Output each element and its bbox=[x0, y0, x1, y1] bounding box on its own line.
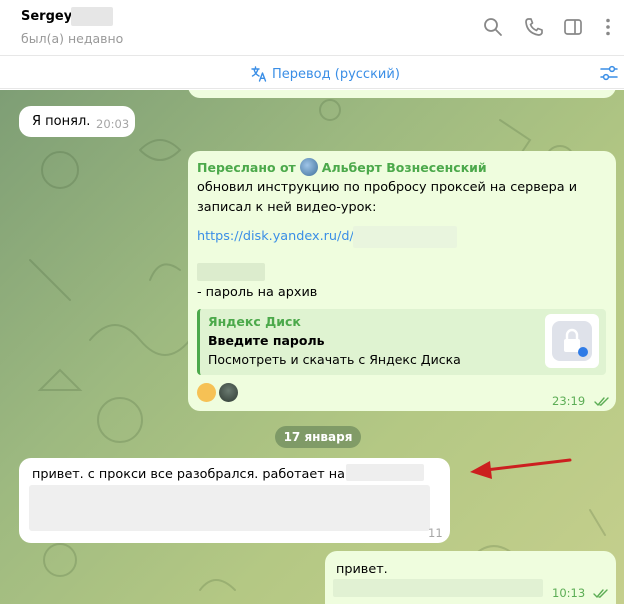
contact-status: был(а) недавно bbox=[21, 31, 124, 46]
translation-bar: Перевод (русский) bbox=[0, 57, 624, 89]
reaction-avatar bbox=[219, 383, 238, 402]
preview-description: Посмотреть и скачать с Яндекс Диска bbox=[208, 352, 461, 367]
redacted-link bbox=[353, 226, 457, 248]
previous-message-stub[interactable] bbox=[188, 90, 616, 98]
redacted-password bbox=[197, 263, 265, 281]
forwarded-header[interactable]: Переслано от Альберт Вознесенский bbox=[197, 158, 487, 176]
message-text: привет. bbox=[336, 562, 388, 577]
forwarded-avatar bbox=[299, 158, 318, 176]
sidebar-toggle-icon[interactable] bbox=[562, 16, 584, 38]
message-incoming[interactable]: привет. с прокси все разобрался. работае… bbox=[19, 458, 450, 543]
message-text: Я понял. bbox=[32, 114, 91, 129]
translate-button[interactable]: Перевод (русский) bbox=[250, 65, 400, 83]
chat-header: Sergey был(а) недавно bbox=[0, 0, 624, 56]
read-check-icon bbox=[594, 397, 609, 407]
translate-label: Перевод (русский) bbox=[272, 66, 400, 82]
message-time: 11 bbox=[428, 526, 443, 540]
translate-icon bbox=[251, 66, 267, 82]
redacted-name bbox=[71, 7, 113, 26]
preview-site: Яндекс Диск bbox=[208, 314, 301, 329]
redacted-text bbox=[333, 579, 543, 597]
message-incoming[interactable]: Я понял. 20:03 bbox=[19, 106, 135, 137]
message-forwarded[interactable]: Переслано от Альберт Вознесенский обнови… bbox=[188, 151, 616, 411]
contact-name[interactable]: Sergey bbox=[21, 9, 72, 24]
password-note: - пароль на архив bbox=[197, 285, 318, 300]
message-text: привет. с прокси все разобрался. работае… bbox=[32, 467, 377, 482]
reactions[interactable] bbox=[197, 383, 238, 402]
search-icon[interactable] bbox=[482, 16, 504, 38]
redacted-text-block bbox=[29, 485, 430, 531]
message-time: 20:03 bbox=[96, 117, 130, 131]
phone-icon[interactable] bbox=[523, 16, 545, 38]
annotation-arrow-icon bbox=[470, 458, 572, 479]
forwarded-author: Альберт Вознесенский bbox=[321, 159, 487, 175]
forwarded-prefix: Переслано от bbox=[197, 159, 296, 175]
preview-title: Введите пароль bbox=[208, 333, 325, 348]
date-separator: 17 января bbox=[275, 426, 361, 448]
more-icon[interactable] bbox=[597, 16, 619, 38]
settings-icon[interactable] bbox=[599, 64, 619, 82]
message-time: 23:19 bbox=[552, 394, 586, 408]
redacted-text bbox=[346, 464, 424, 481]
preview-thumbnail bbox=[545, 314, 599, 368]
read-check-icon bbox=[593, 589, 608, 599]
message-outgoing[interactable]: привет. 10:13 bbox=[325, 551, 616, 604]
handshake-reaction-icon[interactable] bbox=[197, 383, 216, 402]
message-text: обновил инструкцию по пробросу проксей н… bbox=[197, 180, 578, 215]
link-preview[interactable]: Яндекс Диск Введите пароль Посмотреть и … bbox=[197, 309, 606, 375]
message-time: 10:13 bbox=[552, 586, 586, 600]
message-link[interactable]: https://disk.yandex.ru/d/A bbox=[197, 229, 363, 244]
lock-icon bbox=[564, 328, 588, 357]
chat-area[interactable]: Я понял. 20:03 Переслано от Альберт Возн… bbox=[0, 90, 624, 604]
